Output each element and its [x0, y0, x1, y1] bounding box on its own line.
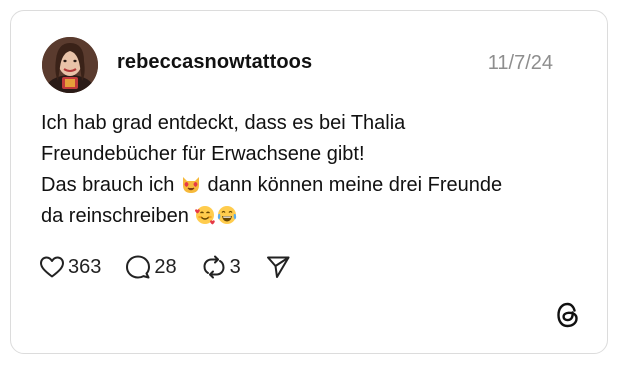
post-text-line: Ich hab grad entdeckt, dass es bei Thali…	[41, 112, 406, 134]
threads-logo-icon[interactable]	[555, 301, 581, 329]
share-icon	[266, 256, 290, 278]
post-date[interactable]: 11/7/24	[488, 52, 553, 75]
post-text-line: da reinschreiben	[41, 201, 581, 232]
post-text-line: Das brauch ich dann können meine drei Fr…	[41, 170, 581, 201]
repost-button[interactable]: 3	[201, 254, 241, 280]
share-button[interactable]	[265, 254, 291, 280]
post-text-segment: da reinschreiben	[41, 205, 195, 227]
smiling-cat-heart-eyes-emoji	[182, 177, 199, 193]
comment-icon	[126, 255, 151, 279]
comment-count: 28	[154, 255, 177, 278]
username[interactable]: rebeccasnowtattoos	[117, 51, 312, 74]
like-count: 363	[68, 255, 102, 278]
avatar[interactable]	[42, 37, 98, 93]
repost-count: 3	[229, 255, 241, 278]
comment-button[interactable]: 28	[125, 254, 177, 280]
threads-post-card: rebeccasnowtattoos 11/7/24 Ich hab grad …	[10, 10, 608, 354]
smiling-face-with-hearts-emoji	[195, 206, 216, 225]
like-button[interactable]: 363	[39, 255, 101, 279]
post-text-segment: dann können meine drei Freunde	[201, 174, 503, 196]
post-text: Ich hab grad entdeckt, dass es bei Thali…	[41, 108, 581, 232]
repost-icon	[203, 255, 225, 279]
post-text-segment: Das brauch ich	[41, 174, 180, 196]
heart-icon	[40, 256, 64, 278]
face-with-tears-of-joy-emoji	[218, 206, 237, 224]
post-text-line: Freundebücher für Erwachsene gibt!	[41, 143, 365, 165]
post-actions: 363 28 3	[39, 253, 315, 281]
